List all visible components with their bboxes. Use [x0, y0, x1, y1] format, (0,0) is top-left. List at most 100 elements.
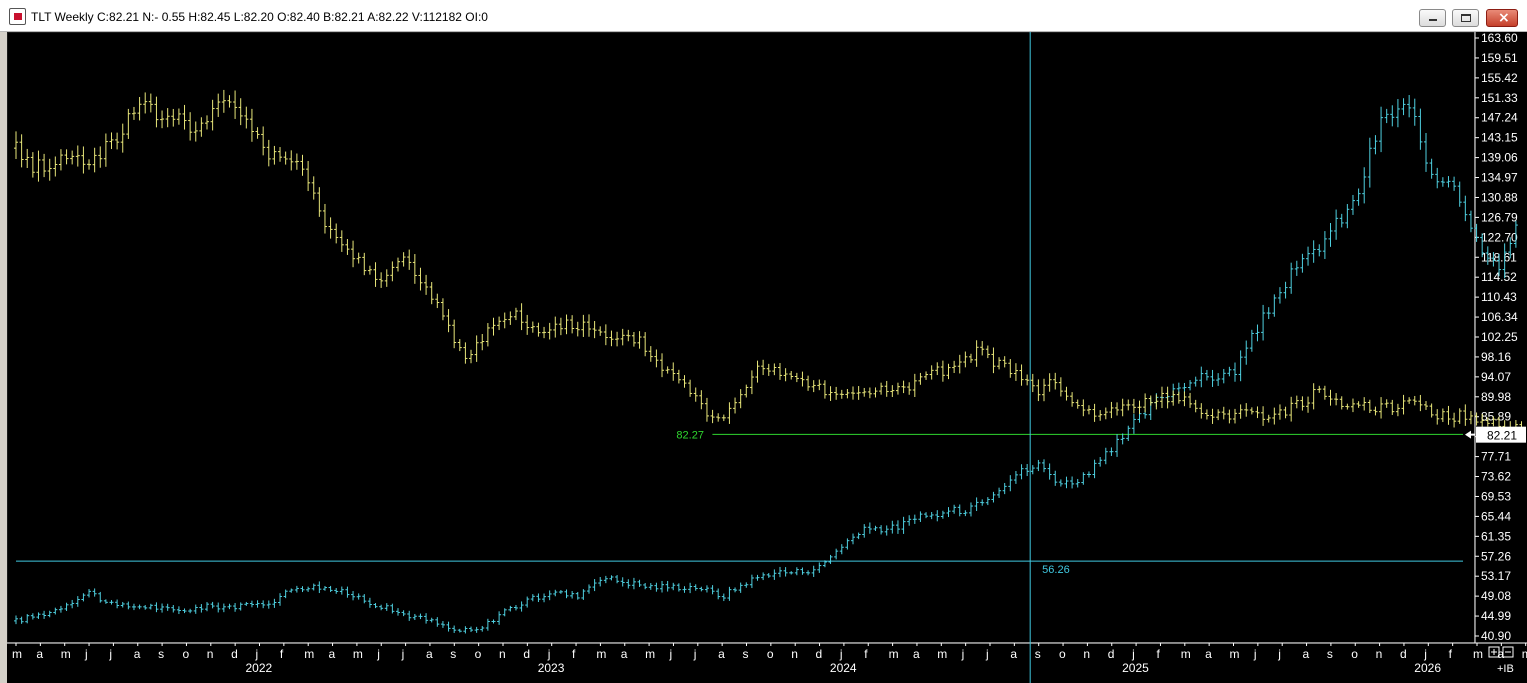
y-tick-label: 102.25	[1481, 330, 1518, 344]
x-month-label: d	[1400, 647, 1407, 661]
x-month-label: m	[1230, 647, 1240, 661]
x-month-label: j	[693, 647, 697, 661]
x-month-label: m	[937, 647, 947, 661]
x-month-label: a	[621, 647, 628, 661]
x-month-label: s	[450, 647, 456, 661]
x-month-label: d	[816, 647, 823, 661]
x-month-label: j	[1423, 647, 1427, 661]
x-year-label: 2025	[1122, 661, 1149, 675]
x-month-label: o	[1059, 647, 1066, 661]
x-year-label: 2023	[538, 661, 565, 675]
x-month-label: a	[913, 647, 920, 661]
close-button[interactable]: ×	[1486, 9, 1518, 27]
x-month-label: m	[645, 647, 655, 661]
y-tick-label: 65.44	[1481, 509, 1511, 523]
y-tick-label: 163.60	[1481, 32, 1518, 45]
x-month-label: j	[839, 647, 843, 661]
y-tick-label: 94.07	[1481, 370, 1511, 384]
x-month-label: m	[1181, 647, 1191, 661]
x-year-label: 2024	[830, 661, 857, 675]
y-tick-label: 155.42	[1481, 71, 1518, 85]
y-tick-label: 134.97	[1481, 171, 1518, 185]
y-tick-label: 49.08	[1481, 589, 1511, 603]
x-month-label: m	[889, 647, 899, 661]
y-tick-label: 147.24	[1481, 111, 1518, 125]
maximize-button[interactable]	[1452, 9, 1479, 27]
x-month-label: j	[376, 647, 380, 661]
chart-window: TLT Weekly C:82.21 N:- 0.55 H:82.45 L:82…	[0, 0, 1527, 683]
x-month-label: j	[1253, 647, 1257, 661]
x-year-label: 2022	[246, 661, 273, 675]
x-month-label: a	[1303, 647, 1310, 661]
y-tick-label: 40.90	[1481, 629, 1511, 643]
y-tick-label: 110.43	[1481, 290, 1517, 304]
x-month-label: a	[426, 647, 433, 661]
chart-background	[7, 32, 1527, 683]
y-tick-label: 151.33	[1481, 91, 1518, 105]
x-month-label: j	[255, 647, 259, 661]
x-month-label: a	[134, 647, 141, 661]
x-month-label: d	[523, 647, 530, 661]
x-month-label: n	[1083, 647, 1090, 661]
level-label: 82.27	[676, 429, 704, 441]
x-month-label: d	[1108, 647, 1115, 661]
x-month-label: m	[353, 647, 363, 661]
y-tick-label: 57.26	[1481, 549, 1511, 563]
x-month-label: j	[108, 647, 112, 661]
x-month-label: n	[1376, 647, 1383, 661]
x-month-label: o	[767, 647, 774, 661]
x-month-label: s	[1035, 647, 1041, 661]
y-tick-label: 53.17	[1481, 569, 1511, 583]
corner-label: +IB	[1497, 663, 1514, 675]
y-tick-label: 89.98	[1481, 390, 1511, 404]
maximize-icon	[1461, 14, 1471, 22]
x-month-label: a	[329, 647, 336, 661]
y-tick-label: 143.15	[1481, 131, 1518, 145]
y-tick-label: 44.99	[1481, 609, 1511, 623]
close-icon: ×	[1498, 10, 1510, 26]
x-month-label: m	[61, 647, 71, 661]
y-tick-label: 130.88	[1481, 190, 1518, 204]
y-tick-label: 69.53	[1481, 489, 1511, 503]
x-month-label: a	[1010, 647, 1017, 661]
x-month-label: d	[231, 647, 238, 661]
level-label: 56.26	[1042, 564, 1070, 576]
x-month-label: a	[1205, 647, 1212, 661]
x-month-label: s	[743, 647, 749, 661]
price-chart[interactable]: 163.60 159.51 155.42 151.33 147.24 143.15 139.…	[7, 32, 1527, 683]
x-year-label: 2026	[1414, 661, 1441, 675]
x-month-label: o	[1351, 647, 1358, 661]
y-tick-label: 159.51	[1481, 51, 1518, 65]
x-month-label: m	[1473, 647, 1483, 661]
y-tick-label: 73.62	[1481, 470, 1511, 484]
x-month-label: j	[1131, 647, 1135, 661]
x-month-label: n	[791, 647, 798, 661]
y-tick-label: 139.06	[1481, 151, 1518, 165]
y-tick-label: 106.34	[1481, 310, 1518, 324]
x-month-label: j	[84, 647, 88, 661]
x-month-label: o	[182, 647, 189, 661]
title-bar[interactable]: TLT Weekly C:82.21 N:- 0.55 H:82.45 L:82…	[0, 0, 1527, 32]
last-price-label: 82.21	[1487, 429, 1517, 443]
x-month-label: s	[1327, 647, 1333, 661]
y-tick-label: 126.79	[1481, 210, 1518, 224]
x-month-label: o	[475, 647, 482, 661]
x-month-label: j	[985, 647, 989, 661]
window-title: TLT Weekly C:82.21 N:- 0.55 H:82.45 L:82…	[31, 10, 488, 24]
y-tick-label: 77.71	[1481, 450, 1511, 464]
x-month-label: j	[668, 647, 672, 661]
y-tick-label: 61.35	[1481, 529, 1511, 543]
x-month-label: m	[1522, 647, 1527, 661]
x-month-label: j	[961, 647, 965, 661]
y-tick-label: 122.70	[1481, 230, 1518, 244]
app-icon[interactable]	[9, 8, 26, 25]
x-month-label: m	[12, 647, 22, 661]
x-month-label: m	[304, 647, 314, 661]
x-month-label: j	[547, 647, 551, 661]
x-month-label: j	[401, 647, 405, 661]
x-month-label: j	[1277, 647, 1281, 661]
minimize-button[interactable]	[1419, 9, 1446, 27]
y-tick-label: 85.89	[1481, 410, 1511, 424]
x-month-label: n	[207, 647, 214, 661]
x-month-label: a	[36, 647, 43, 661]
